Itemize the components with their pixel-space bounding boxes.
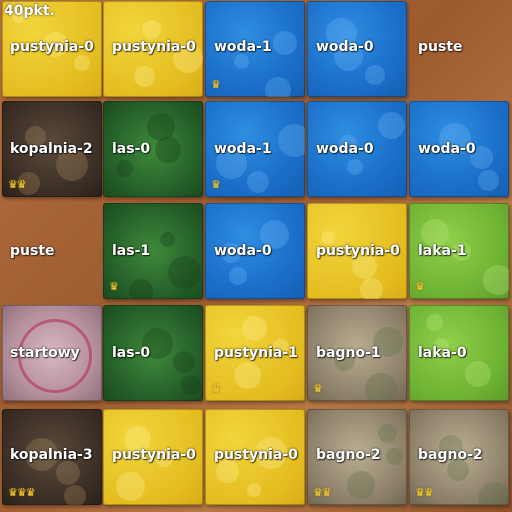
tile-label: woda-0 (214, 243, 272, 259)
crown-icon: ♛ (109, 280, 119, 293)
tile-label: woda-1 (214, 39, 272, 55)
terrain-decoration (465, 361, 491, 387)
terrain-decoration (56, 461, 80, 485)
tile-label: las-0 (112, 141, 151, 157)
terrain-decoration (365, 373, 397, 401)
terrain-decoration (360, 278, 383, 299)
crown-icon: ♛♛♛ (8, 486, 36, 499)
terrain-decoration (242, 316, 267, 341)
tile-label: pustynia-0 (112, 447, 196, 463)
tile-label: laka-0 (418, 345, 467, 361)
score-label: 40pkt. (4, 3, 55, 19)
crown-icon: ♛ (313, 382, 323, 395)
tile-label: pustynia-0 (214, 447, 298, 463)
tile-label: woda-1 (214, 141, 272, 157)
terrain-decoration (116, 472, 145, 501)
tile-label: woda-0 (316, 39, 374, 55)
terrain-decoration (265, 77, 291, 97)
terrain-decoration (74, 55, 90, 71)
tile-label: bagno-2 (316, 447, 381, 463)
terrain-decoration (347, 159, 363, 175)
terrain-decoration (229, 267, 247, 285)
terrain-decoration (147, 113, 175, 141)
terrain-decoration (483, 265, 509, 295)
terrain-decoration (129, 279, 153, 299)
terrain-decoration (173, 351, 195, 373)
tile-label: pustynia-0 (10, 39, 94, 55)
crown-icon: ♛♛ (415, 486, 434, 499)
crown-icon: ♛ (211, 78, 221, 91)
terrain-decoration (365, 65, 385, 85)
tile-label: puste (418, 39, 463, 55)
terrain-decoration (116, 160, 133, 177)
terrain-decoration (134, 66, 155, 87)
crown-icon: ♛ (211, 382, 221, 395)
terrain-decoration (347, 471, 375, 499)
tile-label: kopalnia-3 (10, 447, 93, 463)
tile-label: las-0 (112, 345, 151, 361)
tile-label: las-1 (112, 243, 151, 259)
terrain-decoration (426, 314, 443, 331)
terrain-decoration (181, 375, 201, 395)
crown-icon: ♛ (415, 280, 425, 293)
terrain-decoration (278, 124, 305, 157)
terrain-decoration (247, 171, 269, 193)
terrain-decoration (478, 482, 509, 505)
tile-label: bagno-2 (418, 447, 483, 463)
terrain-decoration (142, 20, 161, 39)
terrain-decoration (234, 362, 261, 389)
terrain-decoration (378, 112, 405, 139)
tile-label: pustynia-1 (214, 345, 298, 361)
terrain-decoration (160, 232, 175, 247)
crown-icon: ♛ (211, 178, 221, 191)
tile-label: startowy (10, 345, 80, 361)
terrain-decoration (386, 448, 403, 465)
terrain-decoration (378, 424, 397, 443)
terrain-decoration (273, 31, 297, 55)
crown-icon: ♛♛ (8, 178, 27, 191)
terrain-decoration (64, 485, 86, 505)
tile-label: pustynia-0 (316, 243, 400, 259)
terrain-decoration (247, 483, 261, 497)
terrain-decoration (478, 170, 499, 191)
crown-icon: ♛♛ (313, 486, 332, 499)
terrain-decoration (168, 256, 201, 289)
tile-label: woda-0 (316, 141, 374, 157)
kingdom-board: pustynia-0 pustynia-0 ♛ woda-1 woda-0 puste ♛♛… (0, 0, 512, 512)
tile-label: pustynia-0 (112, 39, 196, 55)
tile-label: bagno-1 (316, 345, 381, 361)
tile-label: woda-0 (418, 141, 476, 157)
tile-label: puste (10, 243, 55, 259)
terrain-decoration (216, 460, 239, 483)
tile-label: laka-1 (418, 243, 467, 259)
terrain-decoration (234, 54, 249, 69)
tile-label: kopalnia-2 (10, 141, 93, 157)
